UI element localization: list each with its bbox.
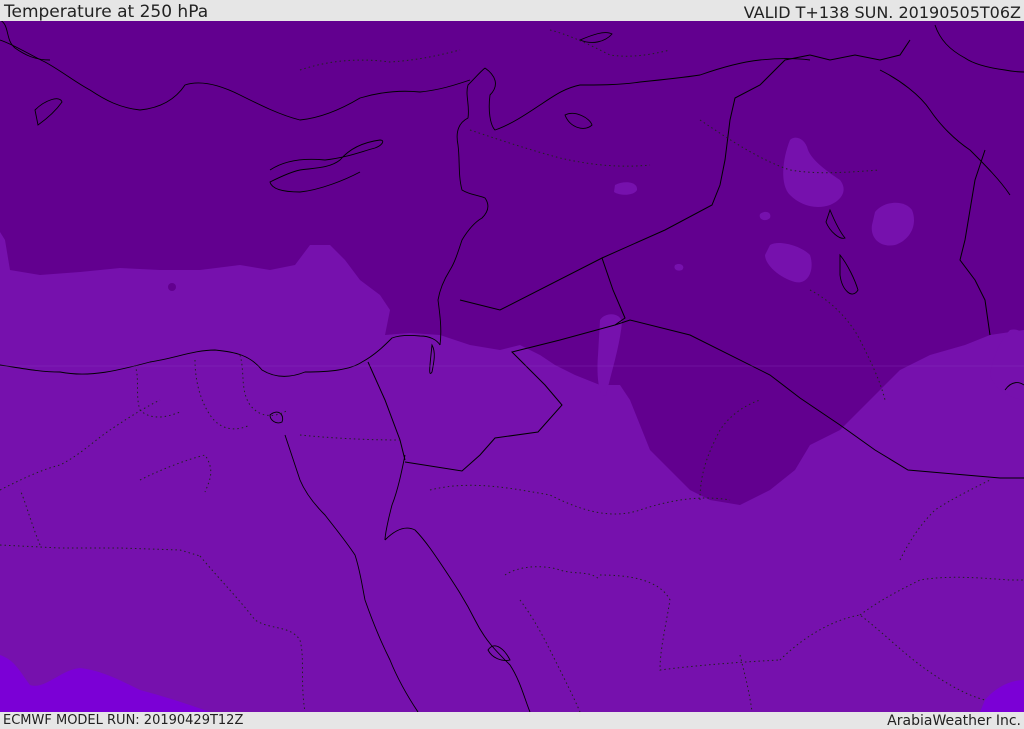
field-medium-patch [674, 263, 684, 271]
field-medium-patch [614, 182, 638, 195]
weather-map-window: Temperature at 250 hPa VALID T+138 SUN. … [0, 0, 1024, 729]
field-cold-spot [168, 283, 176, 291]
temperature-map [0, 21, 1024, 712]
map-canvas [0, 21, 1024, 712]
header-bar: Temperature at 250 hPa VALID T+138 SUN. … [0, 0, 1024, 22]
credit-label: ArabiaWeather Inc. [887, 713, 1021, 729]
footer-bar: ECMWF MODEL RUN: 20190429T12Z ArabiaWeat… [0, 712, 1024, 729]
map-title: Temperature at 250 hPa [4, 2, 209, 22]
valid-time: VALID T+138 SUN. 20190505T06Z [743, 3, 1021, 22]
model-run-label: ECMWF MODEL RUN: 20190429T12Z [3, 713, 244, 728]
field-medium-patch [759, 211, 771, 221]
